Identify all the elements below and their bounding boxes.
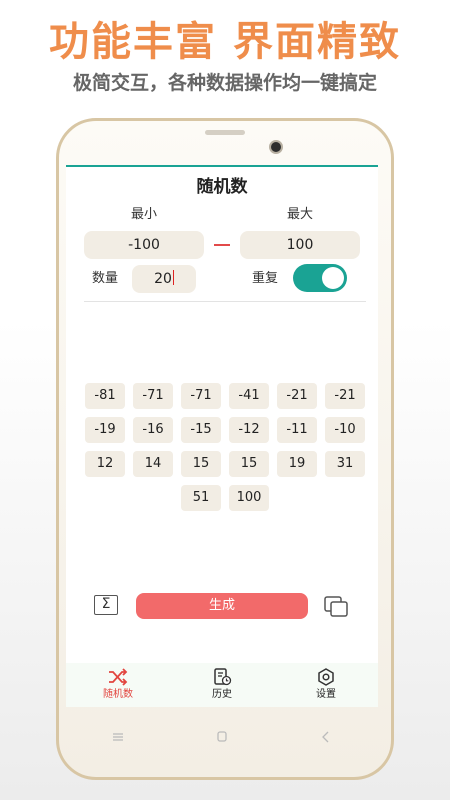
phone-earpiece [205, 130, 245, 135]
result-chip: -71 [181, 383, 221, 409]
text-caret [172, 270, 174, 285]
result-chip: 14 [133, 451, 173, 477]
settings-icon [318, 668, 334, 686]
min-input[interactable]: -100 [84, 231, 204, 259]
bottom-nav: 随机数 历史 设置 [66, 663, 378, 707]
shuffle-icon [109, 668, 128, 686]
page-title: 随机数 [196, 177, 248, 197]
result-chip: -71 [133, 383, 173, 409]
divider [84, 301, 366, 302]
generate-button[interactable]: 生成 [136, 593, 308, 619]
results-grid: -81 -71 -71 -41 -21 -21 -19 -16 -15 -12 -11 -10 12 14… [80, 383, 370, 511]
result-chip: -11 [277, 417, 317, 443]
copy-icon[interactable] [323, 595, 351, 619]
nav-label-history: 历史 [212, 689, 232, 700]
result-chip: 51 [181, 485, 221, 511]
result-chip: 100 [229, 485, 269, 511]
top-accent-line [66, 165, 378, 167]
toggle-knob [322, 267, 344, 289]
nav-item-history[interactable]: 历史 [170, 663, 274, 707]
result-chip: -12 [229, 417, 269, 443]
promo-subtitle: 极简交互，各种数据操作均一键搞定 [72, 72, 377, 94]
min-label: 最小 [130, 207, 157, 222]
system-nav-bar [66, 722, 378, 752]
repeat-toggle[interactable] [293, 264, 347, 292]
app-screen: 随机数 最小 最大 -100 100 数量 20 重复 -81 -71 -71 -41… [66, 165, 378, 707]
sum-icon[interactable]: Σ [94, 595, 118, 615]
range-dash [214, 244, 230, 246]
repeat-label: 重复 [252, 271, 279, 286]
result-chip: -81 [85, 383, 125, 409]
back-icon[interactable] [316, 729, 336, 745]
result-chip: -41 [229, 383, 269, 409]
count-input[interactable]: 20 [132, 265, 196, 293]
count-label: 数量 [92, 271, 119, 286]
nav-label-settings: 设置 [316, 689, 336, 700]
home-icon[interactable] [212, 729, 232, 745]
nav-label-random: 随机数 [103, 689, 133, 700]
history-icon [214, 668, 232, 686]
result-chip: 31 [325, 451, 365, 477]
result-chip: -21 [277, 383, 317, 409]
result-chip: 15 [181, 451, 221, 477]
result-chip: 19 [277, 451, 317, 477]
result-chip: 12 [85, 451, 125, 477]
result-chip: -16 [133, 417, 173, 443]
nav-item-settings[interactable]: 设置 [274, 663, 378, 707]
menu-icon[interactable] [108, 729, 128, 745]
result-chip: -19 [85, 417, 125, 443]
phone-camera [269, 140, 283, 154]
result-chip: -21 [325, 383, 365, 409]
count-value: 20 [154, 271, 172, 287]
result-chip: -15 [181, 417, 221, 443]
max-input[interactable]: 100 [240, 231, 360, 259]
nav-item-random[interactable]: 随机数 [66, 663, 170, 707]
max-label: 最大 [286, 207, 313, 222]
result-chip: -10 [325, 417, 365, 443]
promo-title: 功能丰富 界面精致 [49, 19, 401, 65]
result-chip: 15 [229, 451, 269, 477]
